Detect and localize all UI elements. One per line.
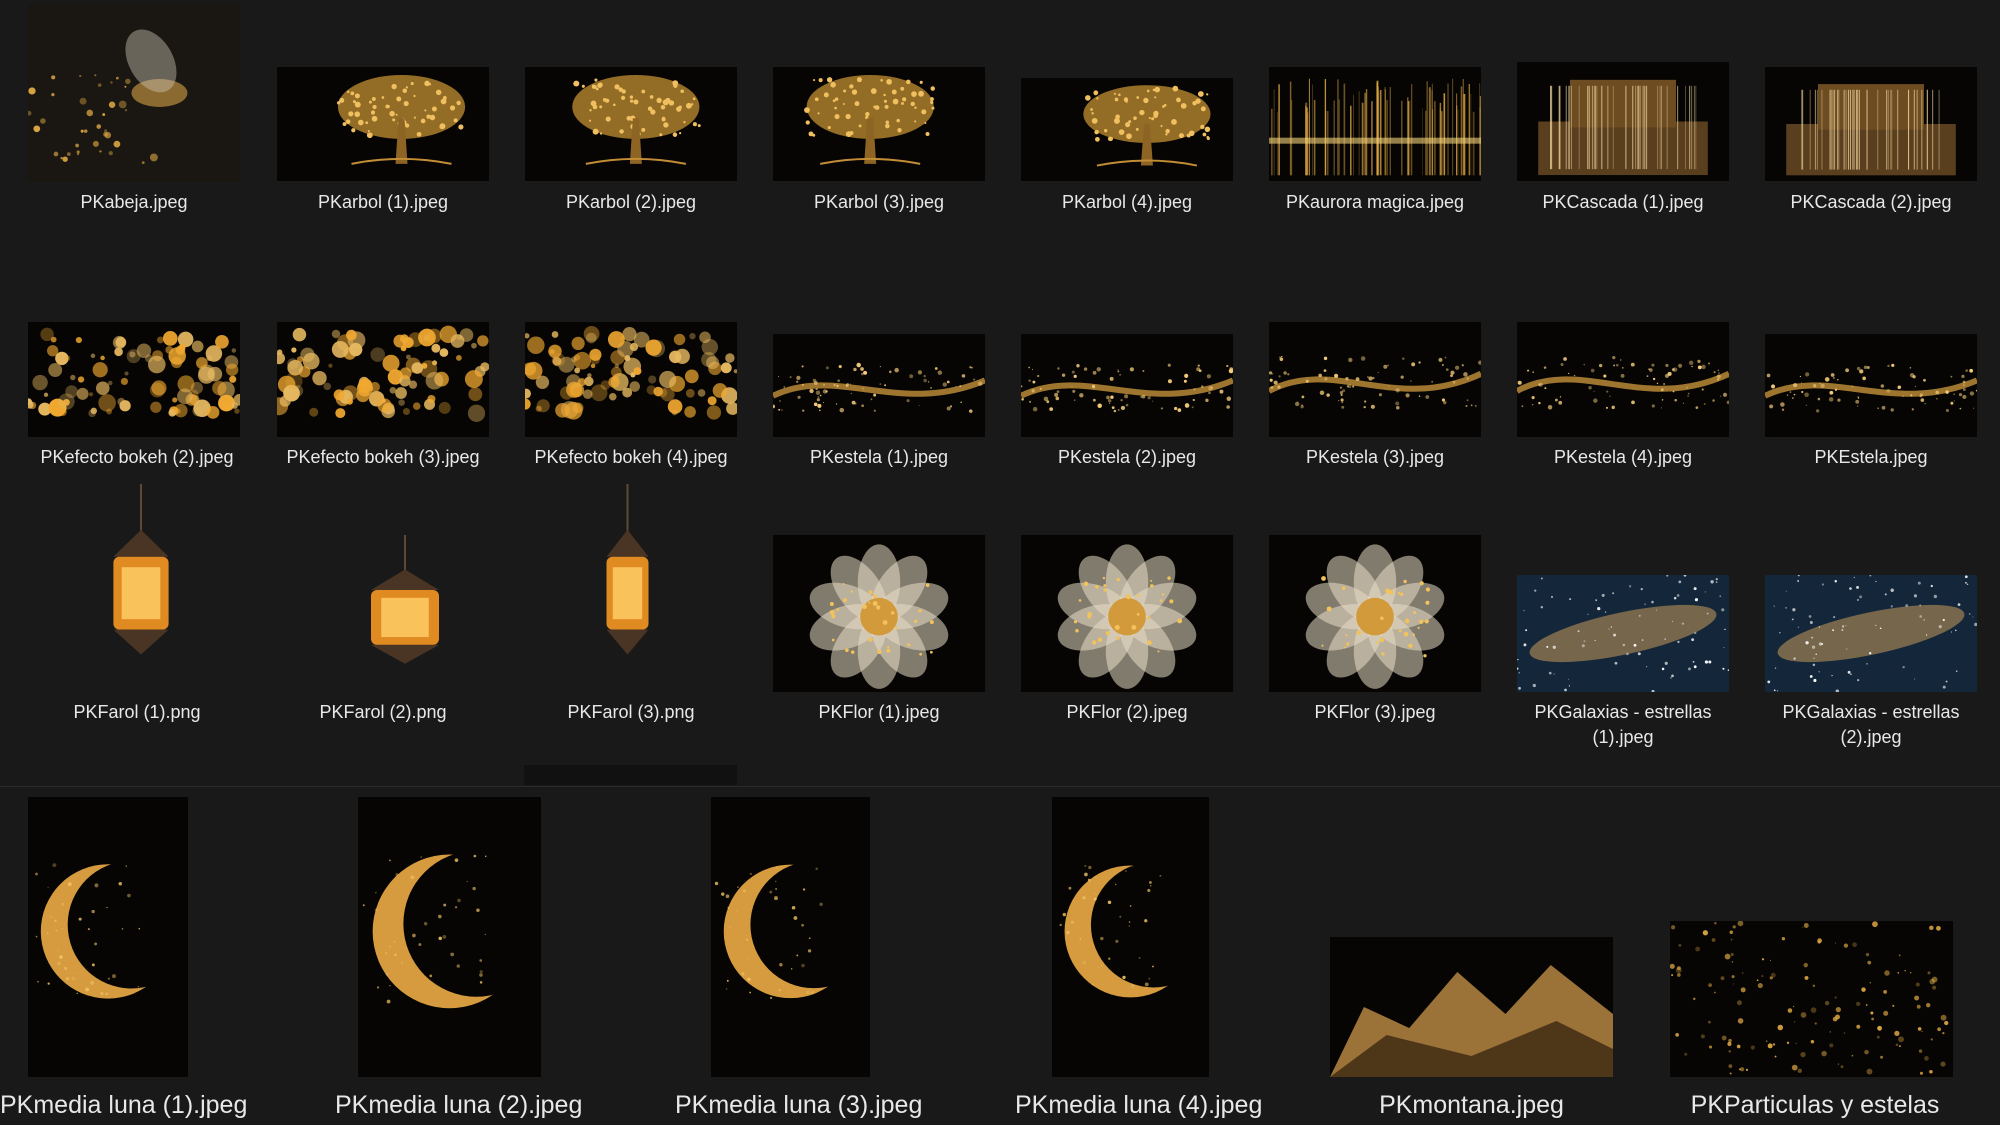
file-name-label[interactable]: PKmedia luna (3).jpeg [675,1090,922,1120]
bokeh-image-icon[interactable] [28,322,240,437]
file-explorer-grid: PKabeja.jpeg PKarbol (1).jpeg PKarbol (2).… [0,0,2000,1125]
file-name-label[interactable]: PKefecto bokeh (2).jpeg [28,445,246,470]
file-name-label[interactable]: PKefecto bokeh (4).jpeg [520,445,742,470]
partial-thumbnail-edge [524,765,737,785]
file-name-label[interactable]: PKabeja.jpeg [28,190,240,215]
trail-image-icon[interactable] [1517,322,1729,437]
file-name-label[interactable]: PKestela (2).jpeg [1021,445,1233,470]
trail-image-icon[interactable] [1269,322,1481,437]
file-name-label[interactable]: PKEstela.jpeg [1765,445,1977,470]
particles-image-icon[interactable] [1670,921,1953,1077]
file-name-label[interactable]: PKmedia luna (1).jpeg [0,1090,247,1120]
galaxy-image-icon[interactable] [1517,575,1729,692]
lantern-image-icon[interactable] [72,484,210,692]
mountain-image-icon[interactable] [1330,937,1613,1077]
trail-image-icon[interactable] [1021,334,1233,437]
moon-image-icon[interactable] [711,797,870,1077]
file-name-label[interactable]: PKFarol (2).png [277,700,489,725]
file-name-label[interactable]: PKParticulas y estelas [1670,1090,1960,1120]
flower-image-icon[interactable] [1021,535,1233,692]
file-name-label[interactable]: PKmedia luna (2).jpeg [335,1090,582,1120]
file-name-label[interactable]: PKestela (1).jpeg [773,445,985,470]
file-name-label[interactable]: PKFlor (2).jpeg [1021,700,1233,725]
tree-image-icon[interactable] [525,67,737,181]
moon-image-icon[interactable] [28,797,188,1077]
tree-image-icon[interactable] [277,67,489,181]
file-name-label[interactable]: PKmedia luna (4).jpeg [1015,1090,1262,1120]
file-name-label[interactable]: PKCascada (2).jpeg [1765,190,1977,215]
file-name-label[interactable]: PKarbol (3).jpeg [773,190,985,215]
file-name-label[interactable]: PKefecto bokeh (3).jpeg [272,445,494,470]
file-name-label[interactable]: PKaurora magica.jpeg [1254,190,1496,215]
file-name-label[interactable]: PKestela (4).jpeg [1517,445,1729,470]
trail-image-icon[interactable] [1765,334,1977,437]
lantern-image-icon[interactable] [320,535,490,692]
galaxy-image-icon[interactable] [1765,575,1977,692]
bokeh-image-icon[interactable] [277,322,489,437]
aurora-image-icon[interactable] [1269,67,1481,181]
waterfall-image-icon[interactable] [1765,67,1977,181]
bokeh-image-icon[interactable] [525,322,737,437]
flower-image-icon[interactable] [1269,535,1481,692]
file-name-label[interactable]: PKarbol (2).jpeg [525,190,737,215]
tree-image-icon[interactable] [773,67,985,181]
file-name-label[interactable]: PKestela (3).jpeg [1269,445,1481,470]
file-name-label[interactable]: PKGalaxias - estrellas (1).jpeg [1512,700,1734,750]
moon-image-icon[interactable] [358,797,541,1077]
lantern-image-icon[interactable] [575,484,680,692]
file-name-label[interactable]: PKFlor (1).jpeg [773,700,985,725]
file-name-label[interactable]: PKFarol (3).png [525,700,737,725]
file-name-label[interactable]: PKmontana.jpeg [1330,1090,1613,1120]
file-name-label[interactable]: PKarbol (1).jpeg [277,190,489,215]
moon-image-icon[interactable] [1052,797,1209,1077]
flower-image-icon[interactable] [773,535,985,692]
tree-image-icon[interactable] [1021,78,1233,181]
file-name-label[interactable]: PKGalaxias - estrellas (2).jpeg [1760,700,1982,750]
file-name-label[interactable]: PKFlor (3).jpeg [1269,700,1481,725]
file-name-label[interactable]: PKarbol (4).jpeg [1021,190,1233,215]
bee-image-icon[interactable] [28,4,240,182]
file-name-label[interactable]: PKCascada (1).jpeg [1517,190,1729,215]
group-divider [0,786,2000,787]
waterfall-image-icon[interactable] [1517,62,1729,181]
trail-image-icon[interactable] [773,334,985,437]
file-name-label[interactable]: PKFarol (1).png [28,700,246,725]
